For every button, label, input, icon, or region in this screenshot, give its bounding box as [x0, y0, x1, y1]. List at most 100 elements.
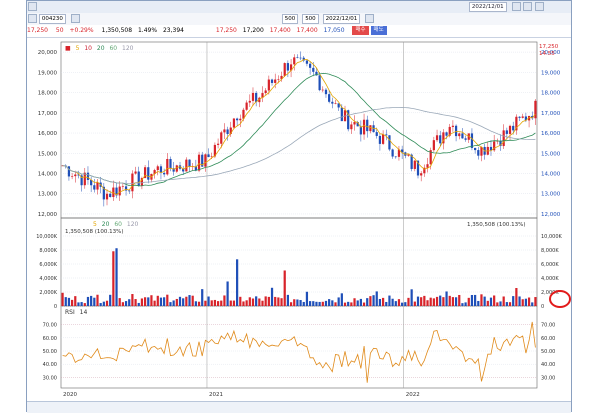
candle-body — [239, 118, 242, 121]
buy-button[interactable]: 매수 — [352, 26, 369, 35]
candle-body — [439, 135, 442, 144]
volume-bar — [280, 298, 283, 306]
candle-body — [308, 63, 312, 68]
candle-body — [464, 138, 467, 140]
dropdown-icon[interactable] — [70, 14, 80, 23]
volume-bar — [178, 296, 182, 306]
candle-body — [207, 154, 210, 158]
candle-body — [232, 118, 236, 128]
volume-bar — [527, 297, 531, 306]
rsi-tick-right: 40.00 — [541, 362, 555, 368]
volume-bar — [99, 303, 102, 306]
price-tick-right: 17,000 — [541, 111, 561, 117]
volume-bar — [324, 300, 328, 306]
vol-ma-label-60: 60 — [114, 221, 122, 228]
date-field[interactable]: 2022/12/01 — [468, 1, 507, 12]
volume-bar — [362, 302, 366, 306]
close-icon[interactable] — [535, 2, 545, 11]
volume-bar — [381, 297, 385, 306]
volume-bar — [197, 301, 201, 306]
candle-body — [426, 164, 429, 168]
code-input[interactable]: 004230 — [38, 13, 66, 24]
candle-body — [147, 167, 150, 180]
rsi-period: 14 — [80, 309, 88, 316]
candle-body — [435, 135, 439, 141]
open-value: 17,250 — [215, 27, 237, 34]
volume-bar — [448, 295, 451, 306]
volume-bar — [334, 302, 337, 306]
candle-body — [188, 159, 191, 167]
volume-bar — [413, 301, 416, 306]
volume-bar — [454, 297, 458, 306]
candle-body — [324, 89, 328, 95]
calendar-icon[interactable] — [511, 2, 521, 11]
sell-button[interactable]: 매도 — [370, 26, 387, 35]
step-input-1[interactable]: 500 — [281, 13, 299, 24]
volume-tick-left: 2,000K — [39, 290, 57, 296]
candle-body — [512, 125, 515, 131]
volume-bar — [299, 300, 302, 306]
price-tick-left: 12,000 — [38, 212, 58, 218]
volume-bar — [423, 295, 426, 306]
price-tick-left: 14,000 — [38, 171, 58, 177]
volume-bar — [496, 302, 499, 306]
candle-body — [163, 172, 166, 175]
volume-bar — [534, 297, 537, 306]
volume-bar — [353, 298, 356, 306]
volume-bar — [213, 299, 217, 306]
chevron-down-icon[interactable] — [365, 14, 375, 23]
volume-right-value: 1,350,508 — [467, 222, 495, 228]
candle-body — [226, 129, 229, 134]
volume-bar — [274, 296, 277, 306]
volume-bar — [77, 302, 80, 306]
volume-bar — [90, 295, 93, 306]
volume-bar — [242, 301, 245, 306]
volume-bar — [191, 295, 194, 306]
price-tick-right: 18,000 — [541, 91, 561, 97]
candle-body — [458, 133, 461, 137]
candle-body — [432, 140, 435, 151]
candle-body — [362, 119, 366, 135]
candle-body — [197, 154, 201, 171]
volume-bar — [289, 302, 293, 306]
volume-bar — [226, 281, 229, 306]
volume-bar — [283, 270, 286, 306]
volume-bar — [134, 299, 137, 306]
volume-tick-right: 8,000K — [541, 248, 559, 254]
ma-label-120: 120 — [122, 45, 134, 52]
candle-body — [274, 79, 277, 83]
candle-body — [283, 63, 286, 76]
ma-label-60: 60 — [109, 45, 117, 52]
volume-bar — [169, 302, 172, 306]
price-tick-left: 16,000 — [38, 131, 58, 137]
volume-bar — [210, 300, 213, 306]
candle-body — [445, 132, 448, 136]
volume-bar — [394, 301, 397, 306]
volume-bar — [464, 302, 467, 306]
amount-value: 23,394 — [162, 27, 184, 34]
stock-chart[interactable]: 2020 2021 2022 20,000 20,00019,000 19,00018,… — [27, 38, 571, 400]
volume-bar — [83, 303, 86, 306]
candle-body — [366, 119, 369, 132]
volume-bar — [185, 296, 188, 306]
candle-body — [86, 172, 90, 180]
price-right-label: 17,250 — [539, 44, 559, 50]
current-price: 17,250 — [27, 27, 48, 34]
volume-bar — [347, 301, 350, 306]
scroll-bar[interactable] — [27, 401, 571, 413]
date-input[interactable]: 2022/12/01 — [322, 13, 361, 24]
volume-bar — [172, 300, 175, 306]
volume-tick-right: 0 — [541, 304, 544, 310]
candle-body — [328, 94, 331, 102]
volume-bar — [499, 301, 502, 306]
volume-bar — [445, 291, 448, 306]
search-icon[interactable] — [28, 14, 37, 23]
volume-bar — [143, 297, 147, 306]
volume-bar — [366, 298, 369, 306]
refresh-icon[interactable] — [523, 2, 533, 11]
price-tick-right: 13,000 — [541, 192, 561, 198]
price-tick-right: 12,000 — [541, 212, 561, 218]
settings-icon[interactable] — [28, 2, 37, 11]
candle-body — [105, 193, 109, 200]
step-input-2[interactable]: 500 — [302, 13, 319, 24]
